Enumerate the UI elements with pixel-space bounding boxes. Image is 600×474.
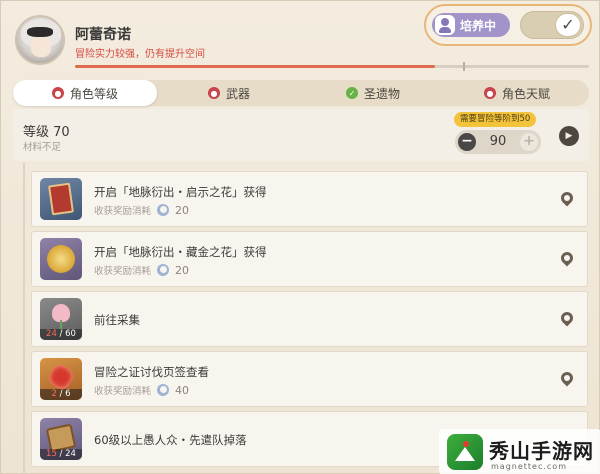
tab-label: 武器 (225, 86, 250, 101)
tab-label: 角色等级 (69, 86, 118, 101)
incomplete-status-icon: ● (51, 87, 64, 99)
task-title: 60级以上愚人众・先遣队掉落 (94, 433, 247, 447)
task-title: 开启「地脉衍出・藏金之花」获得 (94, 245, 267, 259)
reward-cost: 收获奖励消耗 40 (94, 383, 190, 398)
resin-icon (157, 264, 170, 276)
increase-button[interactable]: + (520, 133, 538, 151)
incomplete-status-icon: ● (483, 87, 496, 99)
task-title: 冒险之证讨伐页签查看 (94, 365, 209, 379)
tab-character-level[interactable]: ● 角色等级 (13, 80, 157, 106)
cultivation-panel: 阿蕾奇诺 冒险实力较强，仍有提升空间 培养中 ✓ ● 角色等级 ● 武器 ✓ 圣 (0, 0, 600, 474)
target-level-value[interactable]: 90 (477, 130, 519, 154)
level-summary: 等级 70 材料不足 需要冒险等阶到50 − 90 + ▶ (13, 109, 589, 161)
character-card-icon (435, 15, 455, 35)
resin-icon (157, 204, 170, 216)
material-count: 15 / 24 (40, 449, 82, 460)
play-arrow-icon[interactable]: ▶ (559, 126, 579, 146)
list-item[interactable]: 24 / 60 前往采集 (31, 291, 588, 347)
tab-weapon[interactable]: ● 武器 (157, 80, 301, 106)
tab-artifacts[interactable]: ✓ 圣遗物 (301, 80, 445, 106)
watermark-url: magnettec.com (491, 462, 567, 471)
watermark-title: 秀山手游网 (489, 439, 594, 463)
reward-cost: 收获奖励消耗 20 (94, 263, 190, 278)
gem-icon: 2 / 6 (40, 358, 82, 400)
tab-label: 角色天赋 (501, 86, 550, 101)
character-header: 阿蕾奇诺 冒险实力较强，仍有提升空间 培养中 ✓ (1, 1, 600, 79)
character-avatar[interactable] (15, 15, 65, 65)
power-status-text: 冒险实力较强，仍有提升空间 (75, 49, 205, 60)
location-pin-icon[interactable] (561, 312, 573, 328)
power-progress-fill (75, 65, 435, 68)
current-level: 等级 70 (23, 125, 70, 140)
target-level-stepper: − 90 + (455, 130, 541, 154)
task-title: 开启「地脉衍出・启示之花」获得 (94, 185, 267, 199)
site-logo-icon (447, 434, 483, 470)
progress-marker (463, 62, 465, 71)
cultivate-toggle[interactable]: ✓ (520, 11, 584, 39)
site-watermark: 秀山手游网 magnettec.com (439, 429, 600, 474)
tab-label: 圣遗物 (363, 86, 400, 101)
list-item[interactable]: 2 / 6 冒险之证讨伐页签查看 收获奖励消耗 40 (31, 351, 588, 407)
incomplete-status-icon: ● (207, 87, 220, 99)
character-name: 阿蕾奇诺 (75, 27, 131, 43)
scroll-icon: 15 / 24 (40, 418, 82, 460)
coin-icon (40, 238, 82, 280)
cultivate-badge: 培养中 (432, 13, 510, 37)
power-progress-bar (75, 62, 589, 71)
category-tabs: ● 角色等级 ● 武器 ✓ 圣遗物 ● 角色天赋 (13, 80, 589, 106)
checkmark-icon: ✓ (555, 13, 581, 37)
list-item[interactable]: 开启「地脉衍出・藏金之花」获得 收获奖励消耗 20 (31, 231, 588, 287)
location-pin-icon[interactable] (561, 192, 573, 208)
book-icon (40, 178, 82, 220)
flower-icon: 24 / 60 (40, 298, 82, 340)
tab-talents[interactable]: ● 角色天赋 (445, 80, 589, 106)
location-pin-icon[interactable] (561, 252, 573, 268)
task-title: 前往采集 (94, 313, 140, 327)
decrease-button[interactable]: − (458, 133, 476, 151)
requirement-badge: 需要冒险等阶到50 (454, 112, 537, 127)
material-count: 2 / 6 (40, 389, 82, 400)
resin-icon (157, 384, 170, 396)
material-status: 材料不足 (23, 142, 62, 153)
cultivate-label: 培养中 (460, 18, 497, 33)
reward-cost: 收获奖励消耗 20 (94, 203, 190, 218)
location-pin-icon[interactable] (561, 372, 573, 388)
list-item[interactable]: 开启「地脉衍出・启示之花」获得 收获奖励消耗 20 (31, 171, 588, 227)
list-rail (23, 163, 25, 474)
complete-status-icon: ✓ (345, 87, 358, 99)
material-count: 24 / 60 (40, 329, 82, 340)
cultivate-toggle-group: 培养中 ✓ (424, 4, 592, 46)
